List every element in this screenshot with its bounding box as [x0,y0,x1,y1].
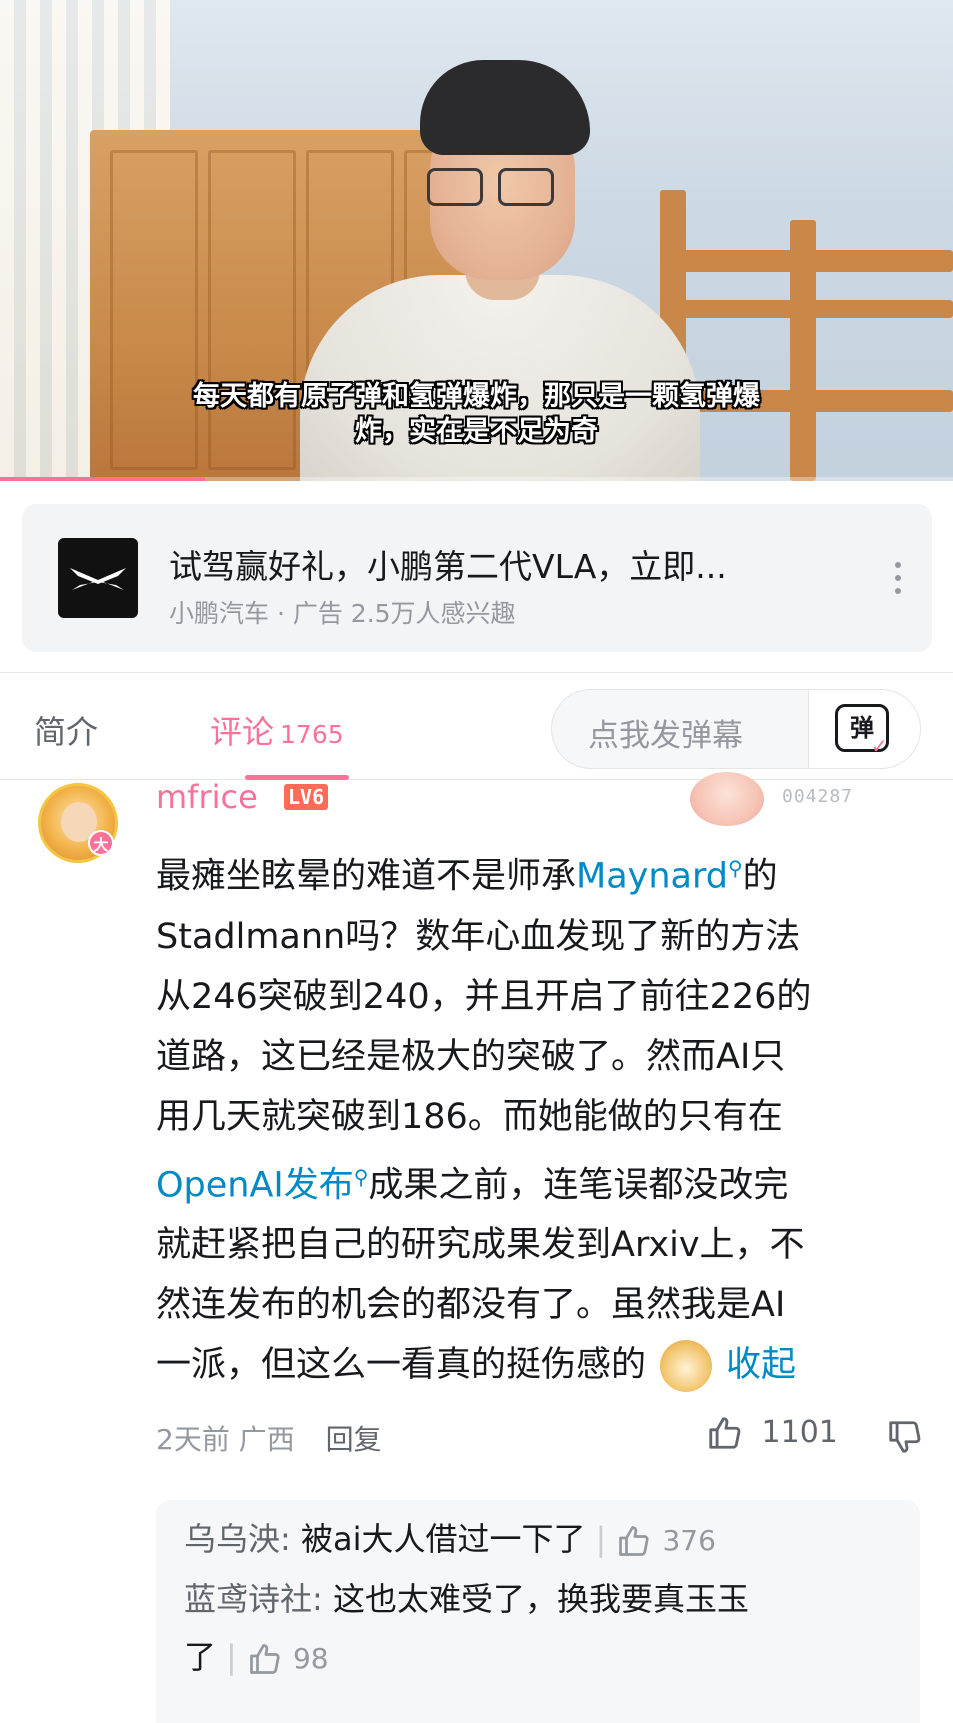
comment-text: 然连发布的机会的都没有了。虽然我是AI [156,1285,786,1326]
more-vertical-icon[interactable] [892,562,904,598]
ad-title[interactable]: 试驾赢好礼，小鹏第二代VLA，立即... [169,540,727,588]
like-count: 1101 [761,1414,838,1450]
sub-reply-continued: 了 | 98 [184,1638,329,1677]
thumbs-down-icon[interactable] [886,1418,924,1456]
danmaku-placeholder: 点我发弹幕 [588,718,743,754]
sub-reply-like-count: 376 [662,1524,716,1557]
comment-time: 2天前 [156,1423,230,1456]
thumbs-up-icon[interactable] [247,1641,283,1677]
tab-intro[interactable]: 简介 [34,707,98,753]
video-player[interactable]: 每天都有原子弹和氢弹爆炸，那只是一颗氢弹爆 炸，实在是不足为奇 [0,0,953,481]
like-button[interactable]: 1101 [706,1414,838,1452]
check-icon: ✓ [871,734,888,758]
sub-reply[interactable]: 乌乌泱: 被ai大人借过一下了 | 376 [184,1510,716,1570]
tab-bar: 简介 评论 1765 点我发弹幕 弹 ✓ [0,672,953,780]
thumbs-up-icon [709,1417,741,1449]
collapse-link[interactable]: 收起 [726,1345,796,1385]
sub-reply-text: 了 [184,1638,217,1676]
search-icon[interactable]: ⚲ [354,1165,369,1189]
video-subtitle-line-1: 每天都有原子弹和氢弹爆炸，那只是一颗氢弹爆 [193,381,760,412]
comment-text: 道路，这已经是极大的突破了。然而AI只 [156,1036,786,1077]
sub-reply-user[interactable]: 乌乌泱 [184,1520,280,1558]
comment-text: 的 [742,856,778,897]
danmaku-input[interactable]: 点我发弹幕 弹 ✓ [551,689,921,769]
comment-text: Stadlmann吗？数年心血发现了新的方法 [156,916,801,957]
search-link-maynard[interactable]: Maynard [576,857,728,897]
sub-reply-like-count: 98 [292,1642,329,1675]
comment-text: 最瘫坐眩晕的难道不是师承 [156,856,577,897]
ad-card[interactable]: 试驾赢好礼，小鹏第二代VLA，立即... 小鹏汽车 · 广告 2.5万人感兴趣 [22,504,932,652]
xpeng-logo-icon [58,538,138,618]
tab-comments-count: 1765 [280,720,344,749]
user-level-badge: LV6 [284,784,329,810]
comment-text: 就赶紧把自己的研究成果发到Arxiv上，不 [156,1225,805,1266]
sub-reply-user[interactable]: 蓝鸢诗社 [184,1580,312,1618]
comment-text: 用几天就突破到186。而她能做的只有在 [156,1096,783,1137]
comment-text: 成果之前，连笔误都没改完 [368,1165,789,1206]
comment-text: 一派，但这么一看真的挺伤感的 [156,1345,647,1386]
sub-replies[interactable]: 乌乌泱: 被ai大人借过一下了 | 376 蓝鸢诗社: 这也太难受了，换我要真玉玉… [156,1500,920,1723]
danmaku-toggle-button[interactable]: 弹 ✓ [808,690,920,768]
comment-text: 从246突破到240，并且开启了前往226的 [156,976,812,1017]
video-progress-fill [0,477,205,481]
comment-body: 最瘫坐眩晕的难道不是师承Maynard⚲的 Stadlmann吗？数年心血发现了… [156,838,926,1395]
search-link-openai[interactable]: OpenAI发布 [156,1165,354,1205]
thumbs-up-icon[interactable] [616,1523,652,1559]
verified-badge: 大 [88,830,114,856]
sub-reply[interactable]: 蓝鸢诗社: 这也太难受了，换我要真玉玉 [184,1570,749,1628]
comment-username[interactable]: mfrice [156,778,258,816]
comment-meta: 2天前 广西 回复 [156,1418,382,1458]
search-icon[interactable]: ⚲ [728,856,743,880]
fan-badge-number: 004287 [782,786,854,807]
tab-comments-label: 评论 [210,713,275,751]
video-subtitle-line-2: 炸，实在是不足为奇 [355,416,598,447]
sub-reply-text: 这也太难受了，换我要真玉玉 [332,1580,749,1618]
comment-location: 广西 [238,1423,295,1456]
tab-comments[interactable]: 评论 1765 [210,707,344,753]
fan-badge-icon [690,772,764,826]
ad-subtitle: 小鹏汽车 · 广告 2.5万人感兴趣 [169,599,516,628]
tab-active-indicator [245,775,349,780]
reply-button[interactable]: 回复 [326,1423,382,1456]
sub-reply-text: 被ai大人借过一下了 [300,1520,586,1558]
video-progress-bar[interactable] [0,477,953,481]
doge-emoji-icon [660,1340,713,1393]
